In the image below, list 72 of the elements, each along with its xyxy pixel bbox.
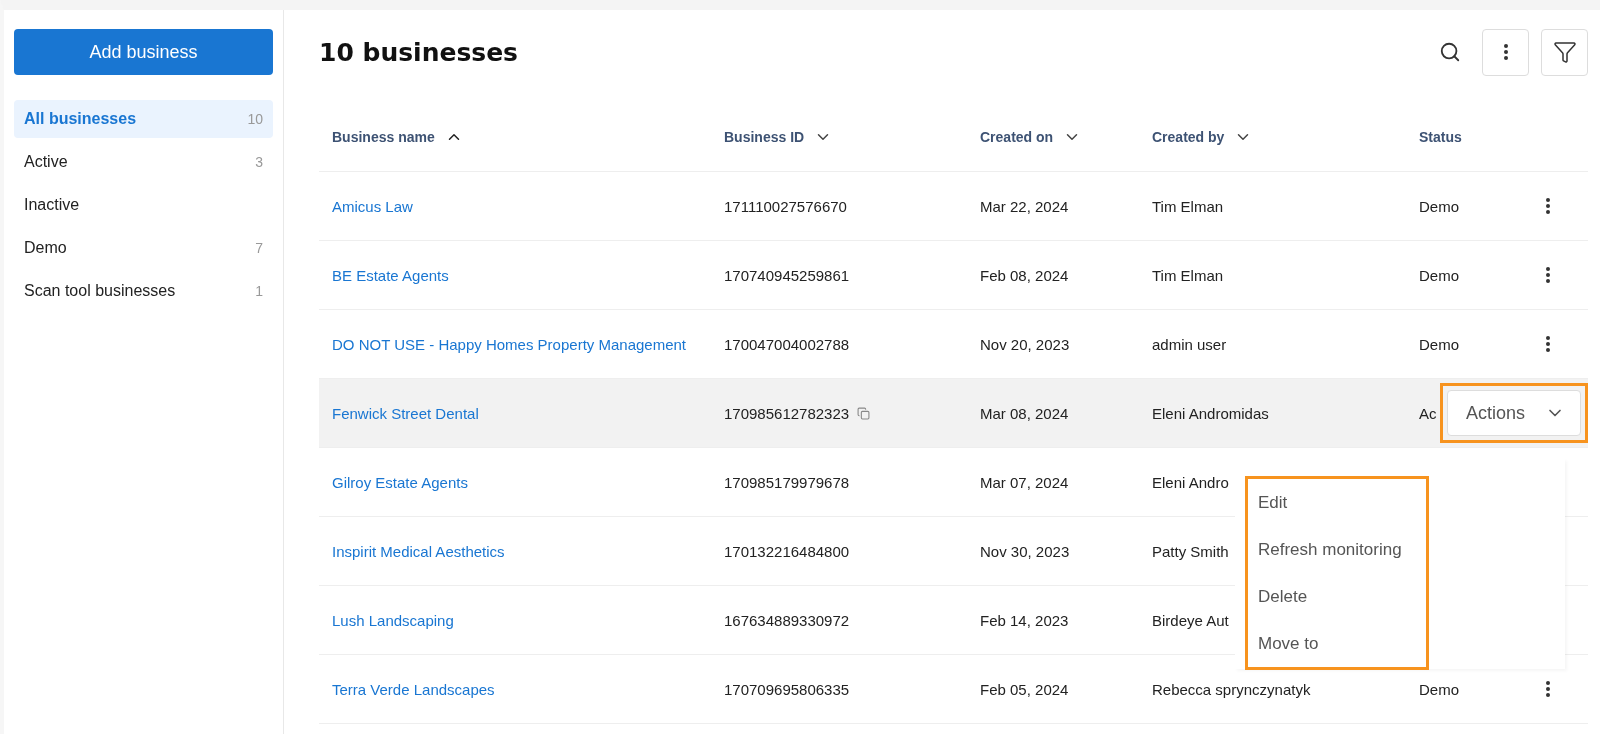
more-vertical-icon [1503,44,1508,60]
table-cell: Feb 08, 2024 [980,266,1069,284]
table-cell: Tim Elman [1152,266,1224,284]
item-count: 7 [255,240,263,256]
table-cell: 167634889330972 [724,611,850,629]
filter-button[interactable] [1541,28,1588,76]
table-cell: Tim Elman [1152,197,1224,215]
column-header[interactable]: Business name [332,128,435,145]
more-vertical-icon [1546,681,1550,697]
table-cell: Nov 30, 2023 [980,542,1070,560]
sidebar-item[interactable]: Scan tool businesses 1 [14,272,273,310]
table-cell: admin user [1152,335,1227,353]
sidebar-item-label: Demo [24,239,67,257]
column-header[interactable]: Status [1419,128,1462,145]
table-cell: Demo [1419,197,1459,215]
table-cell: Eleni Andro [1152,473,1229,491]
table-cell: 170740945259861 [724,266,850,284]
table-cell: Ac [1419,404,1437,422]
table-cell: Rebecca sprynczynatyk [1152,680,1311,698]
more-vertical-icon [1546,267,1550,283]
table-cell: 170985179979678 [724,473,850,491]
column-header[interactable]: Business ID [724,128,805,145]
table-cell: Mar 08, 2024 [980,404,1069,422]
table-cell: Demo [1419,680,1459,698]
business-link[interactable]: Lush Landscaping [319,611,711,629]
business-link[interactable]: Fenwick Street Dental [319,404,711,422]
copy-icon[interactable] [857,406,871,420]
table-cell: 170709695806335 [724,680,850,698]
table-cell: Mar 22, 2024 [980,197,1069,215]
table-cell: Demo [1419,266,1459,284]
table-cell: Feb 05, 2024 [980,680,1069,698]
menu-item[interactable]: Refresh monitoring [1248,526,1426,573]
sidebar-item-label: All businesses [24,110,137,128]
sidebar-item[interactable]: All businesses 10 [14,100,273,138]
menu-item[interactable]: Edit [1248,479,1426,526]
item-count: 10 [247,111,263,127]
more-vertical-icon [1546,198,1550,214]
item-count: 1 [255,283,263,299]
table-cell: Nov 20, 2023 [980,335,1070,353]
actions-button[interactable]: Actions [1446,390,1581,436]
business-link[interactable]: Inspirit Medical Aesthetics [319,542,711,560]
more-vertical-icon [1546,336,1550,352]
sidebar-item-label: Inactive [24,196,80,214]
column-header[interactable]: Created by [1152,128,1225,145]
table-cell: Mar 07, 2024 [980,473,1069,491]
add-business-button[interactable]: Add business [14,29,273,75]
search-icon [1439,41,1461,63]
table-cell: Eleni Andromidas [1152,404,1269,422]
business-link[interactable]: DO NOT USE - Happy Homes Property Management [319,335,711,353]
business-link[interactable]: Amicus Law [319,197,711,215]
item-count: 3 [255,154,263,170]
business-link[interactable]: Gilroy Estate Agents [319,473,711,491]
business-link[interactable]: BE Estate Agents [319,266,711,284]
sidebar-item-label: Scan tool businesses [24,282,176,300]
sidebar-item-label: Active [24,153,68,171]
sidebar-item[interactable]: Demo 7 [14,229,273,267]
page-title: 10 businesses [319,37,518,67]
sidebar-item[interactable]: Inactive [14,186,273,224]
sidebar-item[interactable]: Active 3 [14,143,273,181]
table-cell: Patty Smith [1152,542,1229,560]
column-header[interactable]: Created on [980,128,1054,145]
table-cell: 171110027576670 [724,197,847,215]
table-cell: 170985612782323 [724,404,850,422]
table-cell: Feb 14, 2023 [980,611,1069,629]
menu-item[interactable]: Move to [1248,620,1426,667]
business-link[interactable]: Terra Verde Landscapes [319,680,711,698]
table-cell: 170132216484800 [724,542,850,560]
table-cell: Demo [1419,335,1459,353]
table-cell: 170047004002788 [724,335,850,353]
filter-icon [1552,40,1577,64]
table-cell: Birdeye Aut [1152,611,1229,629]
menu-item[interactable]: Delete [1248,573,1426,620]
